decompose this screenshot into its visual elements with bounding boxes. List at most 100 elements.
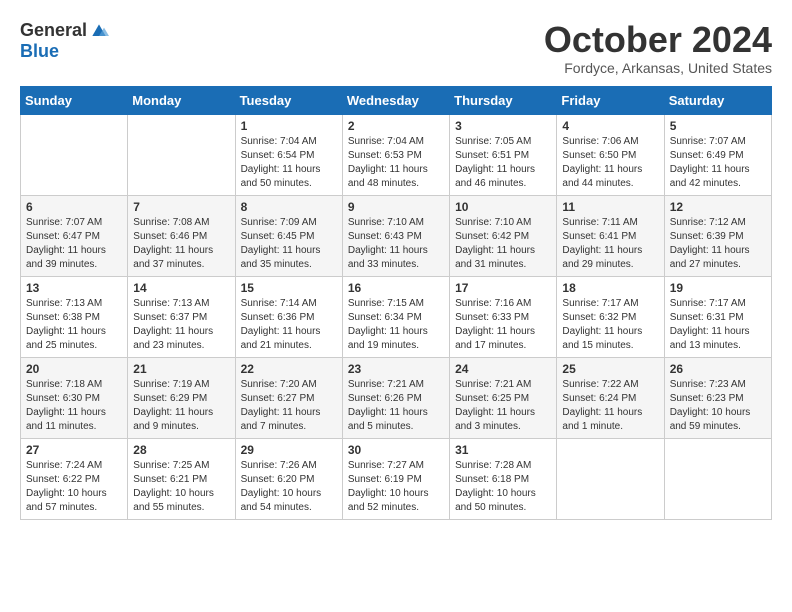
day-info: Sunrise: 7:16 AM Sunset: 6:33 PM Dayligh… <box>455 297 551 353</box>
day-number: 17 <box>455 281 551 295</box>
day-info: Sunrise: 7:10 AM Sunset: 6:43 PM Dayligh… <box>348 216 444 272</box>
day-info: Sunrise: 7:04 AM Sunset: 6:54 PM Dayligh… <box>241 135 337 191</box>
day-number: 1 <box>241 119 337 133</box>
day-header-friday: Friday <box>557 86 664 114</box>
day-number: 24 <box>455 362 551 376</box>
day-info: Sunrise: 7:07 AM Sunset: 6:49 PM Dayligh… <box>670 135 766 191</box>
day-info: Sunrise: 7:25 AM Sunset: 6:21 PM Dayligh… <box>133 459 229 515</box>
day-info: Sunrise: 7:08 AM Sunset: 6:46 PM Dayligh… <box>133 216 229 272</box>
calendar-day-7: 7Sunrise: 7:08 AM Sunset: 6:46 PM Daylig… <box>128 195 235 276</box>
logo-general-text: General <box>20 20 87 41</box>
calendar-day-3: 3 Sunrise: 7:05 AM Sunset: 6:51 PM Daylig… <box>450 114 557 195</box>
day-number: 5 <box>670 119 766 133</box>
day-info: Sunrise: 7:15 AM Sunset: 6:34 PM Dayligh… <box>348 297 444 353</box>
day-info: Sunrise: 7:18 AM Sunset: 6:30 PM Dayligh… <box>26 378 122 434</box>
day-info: Sunrise: 7:21 AM Sunset: 6:26 PM Dayligh… <box>348 378 444 434</box>
day-info: Sunrise: 7:05 AM Sunset: 6:51 PM Dayligh… <box>455 135 551 191</box>
day-number: 20 <box>26 362 122 376</box>
calendar-day-11: 11Sunrise: 7:11 AM Sunset: 6:41 PM Dayli… <box>557 195 664 276</box>
day-number: 16 <box>348 281 444 295</box>
day-info: Sunrise: 7:27 AM Sunset: 6:19 PM Dayligh… <box>348 459 444 515</box>
calendar-day-27: 27Sunrise: 7:24 AM Sunset: 6:22 PM Dayli… <box>21 438 128 519</box>
day-number: 30 <box>348 443 444 457</box>
page-header: General Blue October 2024 Fordyce, Arkan… <box>20 20 772 76</box>
calendar-empty-cell <box>664 438 771 519</box>
calendar-day-30: 30 Sunrise: 7:27 AM Sunset: 6:19 PM Dayli… <box>342 438 449 519</box>
calendar-day-17: 17 Sunrise: 7:16 AM Sunset: 6:33 PM Dayli… <box>450 276 557 357</box>
day-number: 2 <box>348 119 444 133</box>
day-info: Sunrise: 7:11 AM Sunset: 6:41 PM Dayligh… <box>562 216 658 272</box>
day-info: Sunrise: 7:22 AM Sunset: 6:24 PM Dayligh… <box>562 378 658 434</box>
day-info: Sunrise: 7:21 AM Sunset: 6:25 PM Dayligh… <box>455 378 551 434</box>
logo: General Blue <box>20 20 109 62</box>
day-number: 18 <box>562 281 658 295</box>
day-number: 31 <box>455 443 551 457</box>
calendar-day-8: 8 Sunrise: 7:09 AM Sunset: 6:45 PM Daylig… <box>235 195 342 276</box>
calendar-day-19: 19Sunrise: 7:17 AM Sunset: 6:31 PM Dayli… <box>664 276 771 357</box>
calendar-empty-cell <box>557 438 664 519</box>
day-header-tuesday: Tuesday <box>235 86 342 114</box>
day-header-monday: Monday <box>128 86 235 114</box>
day-number: 29 <box>241 443 337 457</box>
calendar-day-23: 23Sunrise: 7:21 AM Sunset: 6:26 PM Dayli… <box>342 357 449 438</box>
calendar-day-26: 26Sunrise: 7:23 AM Sunset: 6:23 PM Dayli… <box>664 357 771 438</box>
calendar-week-row: 13 Sunrise: 7:13 AM Sunset: 6:38 PM Dayli… <box>21 276 772 357</box>
day-number: 3 <box>455 119 551 133</box>
day-info: Sunrise: 7:19 AM Sunset: 6:29 PM Dayligh… <box>133 378 229 434</box>
day-number: 28 <box>133 443 229 457</box>
day-info: Sunrise: 7:10 AM Sunset: 6:42 PM Dayligh… <box>455 216 551 272</box>
calendar-day-10: 10 Sunrise: 7:10 AM Sunset: 6:42 PM Dayli… <box>450 195 557 276</box>
calendar-day-2: 2 Sunrise: 7:04 AM Sunset: 6:53 PM Daylig… <box>342 114 449 195</box>
calendar-day-21: 21 Sunrise: 7:19 AM Sunset: 6:29 PM Dayli… <box>128 357 235 438</box>
calendar-day-22: 22Sunrise: 7:20 AM Sunset: 6:27 PM Dayli… <box>235 357 342 438</box>
day-info: Sunrise: 7:26 AM Sunset: 6:20 PM Dayligh… <box>241 459 337 515</box>
day-number: 25 <box>562 362 658 376</box>
calendar-week-row: 27Sunrise: 7:24 AM Sunset: 6:22 PM Dayli… <box>21 438 772 519</box>
calendar-week-row: 20 Sunrise: 7:18 AM Sunset: 6:30 PM Dayli… <box>21 357 772 438</box>
day-info: Sunrise: 7:09 AM Sunset: 6:45 PM Dayligh… <box>241 216 337 272</box>
day-info: Sunrise: 7:13 AM Sunset: 6:38 PM Dayligh… <box>26 297 122 353</box>
day-number: 8 <box>241 200 337 214</box>
day-number: 26 <box>670 362 766 376</box>
day-info: Sunrise: 7:20 AM Sunset: 6:27 PM Dayligh… <box>241 378 337 434</box>
calendar-day-20: 20 Sunrise: 7:18 AM Sunset: 6:30 PM Dayli… <box>21 357 128 438</box>
day-header-thursday: Thursday <box>450 86 557 114</box>
calendar-day-5: 5 Sunrise: 7:07 AM Sunset: 6:49 PM Daylig… <box>664 114 771 195</box>
day-header-wednesday: Wednesday <box>342 86 449 114</box>
calendar-week-row: 6 Sunrise: 7:07 AM Sunset: 6:47 PM Daylig… <box>21 195 772 276</box>
day-info: Sunrise: 7:28 AM Sunset: 6:18 PM Dayligh… <box>455 459 551 515</box>
logo-blue-text: Blue <box>20 41 59 62</box>
day-number: 12 <box>670 200 766 214</box>
day-number: 10 <box>455 200 551 214</box>
calendar-day-12: 12 Sunrise: 7:12 AM Sunset: 6:39 PM Dayli… <box>664 195 771 276</box>
month-title: October 2024 <box>544 20 772 60</box>
calendar-day-28: 28 Sunrise: 7:25 AM Sunset: 6:21 PM Dayli… <box>128 438 235 519</box>
day-number: 21 <box>133 362 229 376</box>
calendar-day-14: 14 Sunrise: 7:13 AM Sunset: 6:37 PM Dayli… <box>128 276 235 357</box>
logo-icon <box>89 21 109 41</box>
calendar-day-18: 18 Sunrise: 7:17 AM Sunset: 6:32 PM Dayli… <box>557 276 664 357</box>
calendar-day-4: 4Sunrise: 7:06 AM Sunset: 6:50 PM Daylig… <box>557 114 664 195</box>
calendar-day-31: 31 Sunrise: 7:28 AM Sunset: 6:18 PM Dayli… <box>450 438 557 519</box>
day-info: Sunrise: 7:13 AM Sunset: 6:37 PM Dayligh… <box>133 297 229 353</box>
day-number: 9 <box>348 200 444 214</box>
day-header-saturday: Saturday <box>664 86 771 114</box>
calendar-week-row: 1 Sunrise: 7:04 AM Sunset: 6:54 PM Daylig… <box>21 114 772 195</box>
calendar-day-15: 15 Sunrise: 7:14 AM Sunset: 6:36 PM Dayli… <box>235 276 342 357</box>
day-info: Sunrise: 7:12 AM Sunset: 6:39 PM Dayligh… <box>670 216 766 272</box>
calendar-day-24: 24 Sunrise: 7:21 AM Sunset: 6:25 PM Dayli… <box>450 357 557 438</box>
day-info: Sunrise: 7:17 AM Sunset: 6:32 PM Dayligh… <box>562 297 658 353</box>
day-number: 14 <box>133 281 229 295</box>
day-number: 6 <box>26 200 122 214</box>
day-info: Sunrise: 7:14 AM Sunset: 6:36 PM Dayligh… <box>241 297 337 353</box>
calendar-day-16: 16 Sunrise: 7:15 AM Sunset: 6:34 PM Dayli… <box>342 276 449 357</box>
calendar-day-29: 29 Sunrise: 7:26 AM Sunset: 6:20 PM Dayli… <box>235 438 342 519</box>
calendar-header-row: SundayMondayTuesdayWednesdayThursdayFrid… <box>21 86 772 114</box>
day-info: Sunrise: 7:04 AM Sunset: 6:53 PM Dayligh… <box>348 135 444 191</box>
calendar-day-9: 9 Sunrise: 7:10 AM Sunset: 6:43 PM Daylig… <box>342 195 449 276</box>
day-number: 13 <box>26 281 122 295</box>
location-text: Fordyce, Arkansas, United States <box>544 60 772 76</box>
day-info: Sunrise: 7:07 AM Sunset: 6:47 PM Dayligh… <box>26 216 122 272</box>
day-number: 15 <box>241 281 337 295</box>
day-number: 4 <box>562 119 658 133</box>
